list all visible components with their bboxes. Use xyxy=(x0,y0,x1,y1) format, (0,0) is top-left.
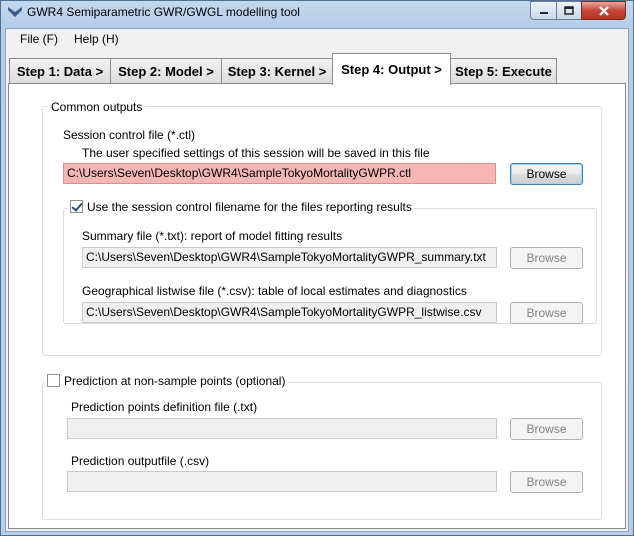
maximize-button[interactable] xyxy=(556,1,582,20)
prediction-checkbox-label: Prediction at non-sample points (optiona… xyxy=(64,374,286,388)
session-browse-button[interactable]: Browse xyxy=(510,163,583,185)
menu-file[interactable]: File (F) xyxy=(20,32,58,46)
prediction-output-label: Prediction outputfile (.csv) xyxy=(71,454,210,468)
minimize-button[interactable] xyxy=(530,1,557,20)
tab-step5-execute[interactable]: Step 5: Execute xyxy=(450,58,557,84)
menu-help[interactable]: Help (H) xyxy=(74,32,119,46)
summary-browse-button[interactable]: Browse xyxy=(510,247,583,269)
gwr4-app-icon xyxy=(8,7,22,17)
tab-strip: Step 1: Data > Step 2: Model > Step 3: K… xyxy=(6,53,628,85)
minimize-icon xyxy=(539,11,548,14)
common-outputs-title: Common outputs xyxy=(48,100,146,114)
prediction-output-field[interactable] xyxy=(67,471,497,492)
session-control-description: The user specified settings of this sess… xyxy=(82,146,430,160)
summary-file-label: Summary file (*.txt): report of model fi… xyxy=(82,229,343,243)
use-session-checkbox-label: Use the session control filename for the… xyxy=(87,200,412,214)
output-tab-panel: Common outputs Session control file (*.c… xyxy=(8,83,626,529)
prediction-points-field[interactable] xyxy=(67,418,497,439)
session-control-label: Session control file (*.ctl) xyxy=(63,128,196,142)
maximize-icon xyxy=(564,6,574,15)
tab-step1-data[interactable]: Step 1: Data > xyxy=(9,58,111,84)
tab-step4-output[interactable]: Step 4: Output > xyxy=(332,53,451,85)
listwise-browse-button[interactable]: Browse xyxy=(510,302,583,324)
prediction-points-browse-button[interactable]: Browse xyxy=(510,418,583,440)
close-icon xyxy=(598,5,609,16)
tab-step3-kernel[interactable]: Step 3: Kernel > xyxy=(221,58,333,84)
session-control-field[interactable]: C:\Users\Seven\Desktop\GWR4\SampleTokyoM… xyxy=(63,163,496,184)
use-session-checkbox-row: Use the session control filename for the… xyxy=(68,200,414,214)
app-window: GWR4 Semiparametric GWR/GWGL modelling t… xyxy=(0,0,634,536)
close-button[interactable] xyxy=(581,1,626,20)
window-title: GWR4 Semiparametric GWR/GWGL modelling t… xyxy=(27,5,300,19)
prediction-output-browse-button[interactable]: Browse xyxy=(510,471,583,493)
client-area: File (F) Help (H) Step 1: Data > Step 2:… xyxy=(5,28,629,532)
menu-bar: File (F) Help (H) xyxy=(6,29,628,49)
listwise-file-field[interactable]: C:\Users\Seven\Desktop\GWR4\SampleTokyoM… xyxy=(82,302,497,323)
tab-step2-model[interactable]: Step 2: Model > xyxy=(110,58,222,84)
summary-file-field[interactable]: C:\Users\Seven\Desktop\GWR4\SampleTokyoM… xyxy=(82,247,497,268)
use-session-checkbox[interactable] xyxy=(70,200,83,213)
title-bar[interactable]: GWR4 Semiparametric GWR/GWGL modelling t… xyxy=(1,1,633,25)
prediction-checkbox-row: Prediction at non-sample points (optiona… xyxy=(45,374,288,388)
prediction-points-label: Prediction points definition file (.txt) xyxy=(71,400,258,414)
listwise-file-label: Geographical listwise file (*.csv): tabl… xyxy=(82,284,467,298)
prediction-checkbox[interactable] xyxy=(47,374,60,387)
